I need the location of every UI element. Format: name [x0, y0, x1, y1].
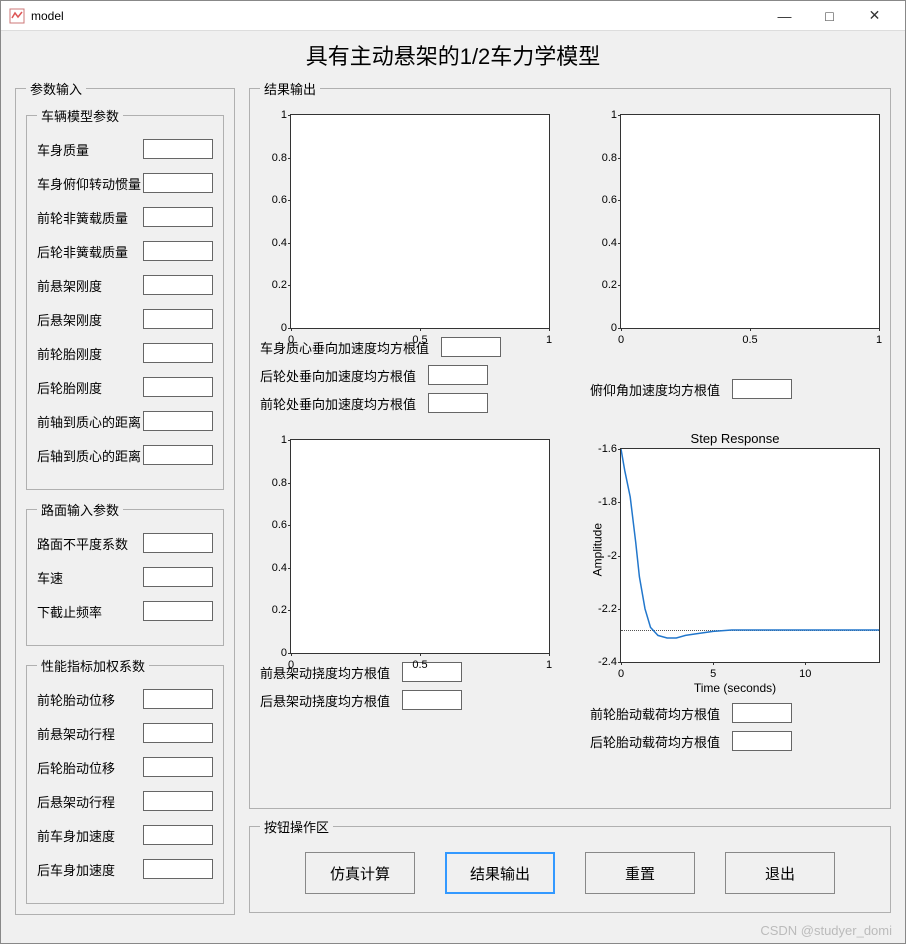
rear-body-acc-input[interactable]	[143, 859, 213, 879]
vehicle-params-group: 车辆模型参数 车身质量 车身俯仰转动惯量 前轮非簧载质量 后轮非簧载质量 前悬架…	[26, 106, 224, 490]
rear-susp-defl-rms-label: 后悬架动挠度均方根值	[260, 691, 390, 710]
cutoff-freq-input[interactable]	[143, 601, 213, 621]
rear-unsprung-mass-label: 后轮非簧载质量	[37, 242, 143, 261]
road-params-legend: 路面输入参数	[37, 500, 123, 519]
rear-tire-disp-input[interactable]	[143, 757, 213, 777]
vehicle-params-legend: 车辆模型参数	[37, 106, 123, 125]
rear-vert-acc-rms-output[interactable]	[428, 365, 488, 385]
front-tire-disp-label: 前轮胎动位移	[37, 690, 143, 709]
pitch-acc-rms-output[interactable]	[732, 379, 792, 399]
front-susp-defl-rms-output[interactable]	[402, 662, 462, 682]
rear-susp-stiff-input[interactable]	[143, 309, 213, 329]
front-unsprung-mass-label: 前轮非簧载质量	[37, 208, 143, 227]
plot-2: 00.20.40.60.8100.51	[620, 114, 880, 329]
front-vert-acc-rms-label: 前轮处垂向加速度均方根值	[260, 394, 416, 413]
rear-tire-load-rms-output[interactable]	[732, 731, 792, 751]
reset-button[interactable]: 重置	[585, 852, 695, 894]
app-icon	[9, 8, 25, 24]
rear-axle-dist-input[interactable]	[143, 445, 213, 465]
front-unsprung-mass-input[interactable]	[143, 207, 213, 227]
window-title: model	[31, 9, 762, 23]
roughness-label: 路面不平度系数	[37, 534, 143, 553]
app-window: model — □ ✕ 具有主动悬架的1/2车力学模型 参数输入 车辆模型参数 …	[0, 0, 906, 944]
front-susp-stiff-input[interactable]	[143, 275, 213, 295]
body-vert-acc-rms-output[interactable]	[441, 337, 501, 357]
simulate-button[interactable]: 仿真计算	[305, 852, 415, 894]
rear-unsprung-mass-input[interactable]	[143, 241, 213, 261]
rear-tire-stiff-input[interactable]	[143, 377, 213, 397]
content-area: 具有主动悬架的1/2车力学模型 参数输入 车辆模型参数 车身质量 车身俯仰转动惯…	[1, 31, 905, 943]
exit-button[interactable]: 退出	[725, 852, 835, 894]
button-area-group: 按钮操作区 仿真计算 结果输出 重置 退出	[249, 817, 891, 913]
front-susp-defl-rms-label: 前悬架动挠度均方根值	[260, 663, 390, 682]
front-tire-load-rms-label: 前轮胎动载荷均方根值	[590, 704, 720, 723]
params-input-legend: 参数输入	[26, 79, 86, 98]
rear-tire-load-rms-label: 后轮胎动载荷均方根值	[590, 732, 720, 751]
front-susp-stiff-label: 前悬架刚度	[37, 276, 143, 295]
rear-tire-stiff-label: 后轮胎刚度	[37, 378, 143, 397]
rear-susp-stiff-label: 后悬架刚度	[37, 310, 143, 329]
front-tire-load-rms-output[interactable]	[732, 703, 792, 723]
button-area-legend: 按钮操作区	[260, 817, 333, 836]
cutoff-freq-label: 下截止频率	[37, 602, 143, 621]
front-tire-stiff-input[interactable]	[143, 343, 213, 363]
rear-susp-travel-input[interactable]	[143, 791, 213, 811]
rear-susp-travel-label: 后悬架动行程	[37, 792, 143, 811]
plot-1: 00.20.40.60.8100.51	[290, 114, 550, 329]
results-output-group: 结果输出 00.20.40.60.8100.51 车身质心垂向加速度均方根值 后…	[249, 79, 891, 809]
front-susp-travel-input[interactable]	[143, 723, 213, 743]
plot-4-title: Step Response	[590, 431, 880, 446]
front-body-acc-input[interactable]	[143, 825, 213, 845]
page-title: 具有主动悬架的1/2车力学模型	[15, 39, 891, 71]
rear-tire-disp-label: 后轮胎动位移	[37, 758, 143, 777]
plot-3: 00.20.40.60.8100.51	[290, 439, 550, 654]
front-axle-dist-label: 前轴到质心的距离	[37, 412, 143, 431]
rear-body-acc-label: 后车身加速度	[37, 860, 143, 879]
pitch-acc-rms-label: 俯仰角加速度均方根值	[590, 380, 720, 399]
minimize-button[interactable]: —	[762, 1, 807, 31]
pitch-inertia-input[interactable]	[143, 173, 213, 193]
titlebar[interactable]: model — □ ✕	[1, 1, 905, 31]
front-body-acc-label: 前车身加速度	[37, 826, 143, 845]
speed-label: 车速	[37, 568, 143, 587]
perf-coeffs-group: 性能指标加权系数 前轮胎动位移 前悬架动行程 后轮胎动位移 后悬架动行程 前车身…	[26, 656, 224, 904]
front-susp-travel-label: 前悬架动行程	[37, 724, 143, 743]
close-button[interactable]: ✕	[852, 1, 897, 31]
road-params-group: 路面输入参数 路面不平度系数 车速 下截止频率	[26, 500, 224, 646]
rear-vert-acc-rms-label: 后轮处垂向加速度均方根值	[260, 366, 416, 385]
front-axle-dist-input[interactable]	[143, 411, 213, 431]
front-tire-disp-input[interactable]	[143, 689, 213, 709]
body-vert-acc-rms-label: 车身质心垂向加速度均方根值	[260, 338, 429, 357]
front-tire-stiff-label: 前轮胎刚度	[37, 344, 143, 363]
front-vert-acc-rms-output[interactable]	[428, 393, 488, 413]
params-input-group: 参数输入 车辆模型参数 车身质量 车身俯仰转动惯量 前轮非簧载质量 后轮非簧载质…	[15, 79, 235, 915]
plot-4: Amplitude -2.4-2.2-2-1.8-1.60510	[620, 448, 880, 663]
perf-coeffs-legend: 性能指标加权系数	[37, 656, 149, 675]
rear-axle-dist-label: 后轴到质心的距离	[37, 446, 143, 465]
results-output-legend: 结果输出	[260, 79, 320, 98]
speed-input[interactable]	[143, 567, 213, 587]
window-controls: — □ ✕	[762, 1, 897, 31]
body-mass-input[interactable]	[143, 139, 213, 159]
output-button[interactable]: 结果输出	[445, 852, 555, 894]
rear-susp-defl-rms-output[interactable]	[402, 690, 462, 710]
body-mass-label: 车身质量	[37, 140, 143, 159]
maximize-button[interactable]: □	[807, 1, 852, 31]
roughness-input[interactable]	[143, 533, 213, 553]
plot-4-xlabel: Time (seconds)	[590, 681, 880, 695]
pitch-inertia-label: 车身俯仰转动惯量	[37, 174, 143, 193]
